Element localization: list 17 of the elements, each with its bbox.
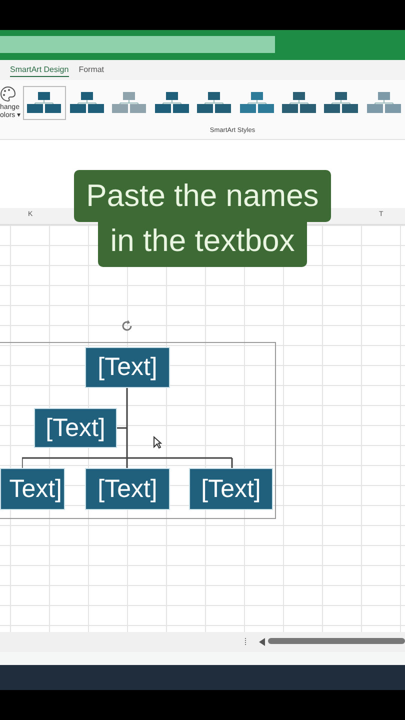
splitter-handle-icon[interactable] — [245, 638, 247, 645]
ribbon-tab[interactable]: SmartArt Design — [10, 63, 69, 77]
org-chart-box[interactable]: [Text] — [85, 347, 170, 388]
org-chart-box[interactable]: Text] — [0, 468, 65, 510]
caption-text: Paste the names — [74, 170, 331, 222]
mouse-pointer-icon — [153, 436, 162, 449]
org-chart-box[interactable]: [Text] — [189, 468, 273, 510]
scroll-left-icon[interactable] — [259, 638, 265, 646]
org-chart-box[interactable]: [Text] — [34, 408, 117, 448]
scrollbar-thumb[interactable] — [268, 638, 405, 644]
palette-icon — [0, 86, 16, 102]
caption-text: in the textbox — [98, 222, 307, 267]
search-field[interactable] — [0, 36, 275, 53]
org-chart-box[interactable]: [Text] — [85, 468, 170, 510]
ribbon-tab[interactable]: Format — [78, 63, 104, 77]
style-thumbnail[interactable] — [23, 86, 66, 120]
rotate-handle-icon[interactable] — [120, 319, 134, 333]
